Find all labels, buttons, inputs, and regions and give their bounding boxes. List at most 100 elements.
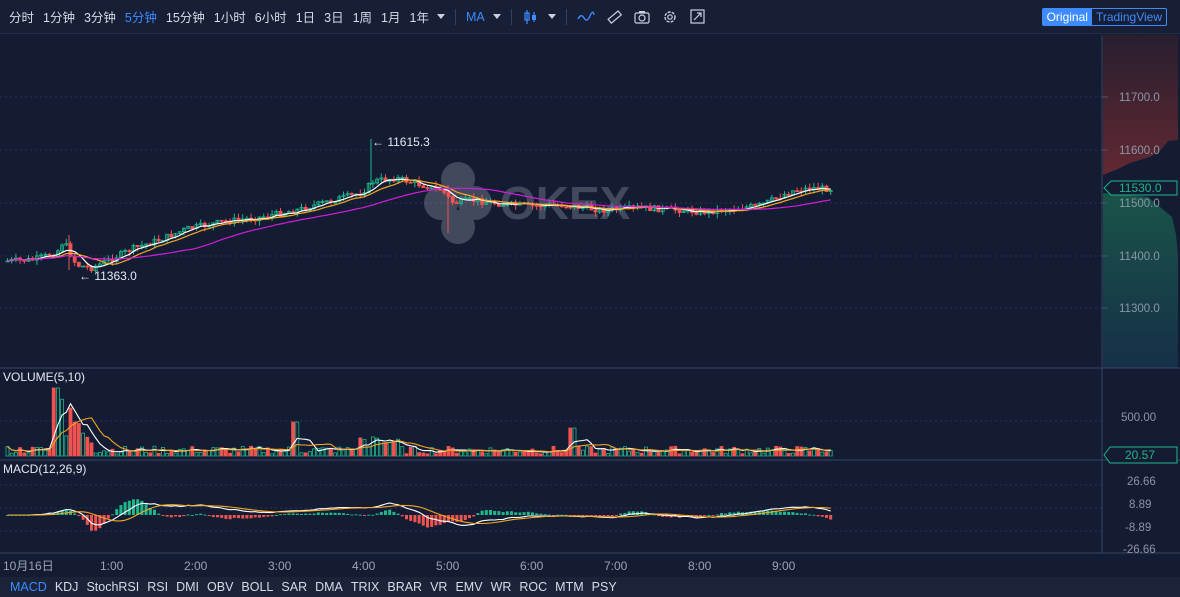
- candle-body: [169, 233, 174, 238]
- volume-bar: [631, 449, 636, 457]
- macd-bar: [615, 515, 618, 516]
- indicator-ma-button[interactable]: MA: [466, 10, 485, 24]
- macd-bar: [543, 514, 547, 516]
- tab-dma[interactable]: DMA: [315, 580, 343, 594]
- tab-stochrsi[interactable]: StochRSI: [86, 580, 139, 594]
- volume-bar: [623, 446, 627, 457]
- volume-bar: [421, 452, 426, 457]
- macd-bar: [258, 515, 261, 518]
- volume-bar: [114, 453, 119, 457]
- candle-body: [539, 205, 543, 208]
- tab-boll[interactable]: BOLL: [241, 580, 273, 594]
- tab-macd[interactable]: MACD: [10, 580, 47, 594]
- time-label: 2:00: [184, 559, 208, 573]
- time-label: 7:00: [604, 559, 628, 573]
- macd-bar: [224, 515, 228, 519]
- tab-vr[interactable]: VR: [430, 580, 447, 594]
- interval-5min[interactable]: 5分钟: [125, 7, 157, 26]
- macd-bar: [724, 513, 728, 515]
- tab-dmi[interactable]: DMI: [176, 580, 199, 594]
- volume-bar: [417, 452, 422, 457]
- macd-bar: [241, 515, 245, 519]
- tab-mtm[interactable]: MTM: [555, 580, 583, 594]
- tab-rsi[interactable]: RSI: [147, 580, 168, 594]
- interval-1year[interactable]: 1年: [410, 7, 429, 26]
- volume-bar: [383, 442, 388, 457]
- tab-brar[interactable]: BRAR: [387, 580, 422, 594]
- volume-bar: [425, 453, 430, 457]
- volume-bar: [627, 450, 631, 457]
- candlestick-icon[interactable]: [522, 8, 540, 26]
- candle-body: [77, 261, 81, 267]
- interval-1day[interactable]: 1日: [296, 7, 315, 26]
- interval-1month[interactable]: 1月: [381, 7, 400, 26]
- tab-sar[interactable]: SAR: [281, 580, 307, 594]
- view-original-button[interactable]: Original: [1042, 9, 1092, 25]
- volume-bar: [459, 451, 464, 457]
- macd-bar: [165, 515, 169, 517]
- macd-bar: [291, 513, 295, 515]
- volume-bar: [303, 452, 308, 457]
- chart-canvas[interactable]: OKEX ← 11615.3 ← 11363.0 11700.0 11600.0…: [0, 35, 1180, 577]
- candle-body: [774, 197, 778, 200]
- macd-bar: [337, 512, 341, 515]
- macd-bar: [518, 512, 522, 515]
- macd-bar: [489, 510, 492, 515]
- macd-histogram-layer: [6, 499, 833, 531]
- ruler-icon[interactable]: [605, 8, 623, 26]
- tab-roc[interactable]: ROC: [519, 580, 547, 594]
- macd-bar: [392, 511, 396, 515]
- interval-timeshare[interactable]: 分时: [9, 7, 34, 26]
- gear-icon[interactable]: [661, 8, 679, 26]
- fullscreen-icon[interactable]: [689, 8, 707, 26]
- interval-6hour[interactable]: 6小时: [255, 7, 287, 26]
- interval-more-caret-icon[interactable]: [436, 14, 445, 19]
- volume-tick: 500.00: [1121, 412, 1156, 424]
- tab-psy[interactable]: PSY: [592, 580, 617, 594]
- volume-bar: [753, 451, 757, 457]
- interval-1week[interactable]: 1周: [353, 7, 372, 26]
- volume-bar: [543, 451, 547, 457]
- volume-bar: [522, 450, 526, 457]
- volume-bar: [791, 452, 795, 457]
- interval-15min[interactable]: 15分钟: [166, 7, 205, 26]
- volume-bar: [35, 447, 39, 457]
- camera-icon[interactable]: [633, 8, 651, 26]
- time-label: 8:00: [688, 559, 712, 573]
- toolbar-divider: [565, 8, 567, 25]
- volume-bar: [387, 441, 392, 457]
- volume-bar: [291, 421, 296, 457]
- macd-bar: [787, 511, 791, 515]
- macd-bar: [409, 515, 413, 521]
- macd-bar: [300, 513, 303, 515]
- macd-bar: [199, 513, 203, 515]
- volume-bar: [64, 435, 69, 457]
- volume-bar: [26, 452, 31, 457]
- macd-bar: [606, 515, 610, 517]
- tab-wr[interactable]: WR: [491, 580, 512, 594]
- volume-bar: [240, 446, 245, 457]
- tab-obv[interactable]: OBV: [207, 580, 233, 594]
- macd-bar: [186, 514, 190, 516]
- tab-trix[interactable]: TRIX: [351, 580, 379, 594]
- tab-emv[interactable]: EMV: [455, 580, 482, 594]
- interval-1hour[interactable]: 1小时: [214, 7, 246, 26]
- macd-bar: [522, 512, 526, 515]
- interval-1min[interactable]: 1分钟: [43, 7, 75, 26]
- volume-bar: [173, 452, 178, 457]
- interval-3min[interactable]: 3分钟: [84, 7, 116, 26]
- macd-bar: [514, 512, 518, 515]
- macd-bar: [812, 514, 816, 516]
- candle-body: [694, 212, 699, 215]
- macd-bar: [111, 514, 114, 516]
- view-tradingview-button[interactable]: TradingView: [1092, 9, 1166, 25]
- macd-bar: [270, 515, 274, 517]
- macd-bar: [174, 515, 177, 517]
- interval-3day[interactable]: 3日: [324, 7, 343, 26]
- indicator-caret-icon[interactable]: [492, 14, 501, 19]
- macd-bar: [463, 515, 467, 520]
- chart-type-caret-icon[interactable]: [547, 14, 556, 19]
- macd-bar: [253, 515, 257, 518]
- line-draw-icon[interactable]: [577, 8, 595, 26]
- tab-kdj[interactable]: KDJ: [55, 580, 79, 594]
